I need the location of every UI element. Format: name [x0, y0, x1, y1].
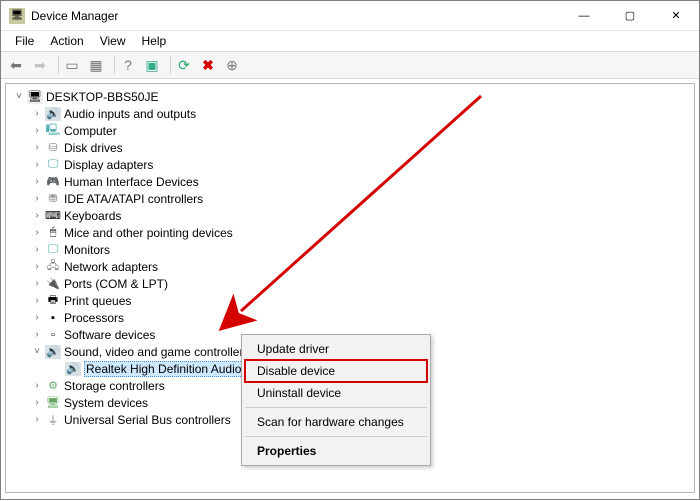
forward-button[interactable]: ➡ — [29, 54, 51, 76]
tree-category[interactable]: ›▪Processors — [10, 309, 690, 326]
window-title: Device Manager — [31, 9, 561, 23]
menu-separator — [245, 407, 427, 408]
tree-category[interactable]: ›🖧Network adapters — [10, 258, 690, 275]
audio-device-icon: 🔊 — [65, 362, 81, 376]
separator-icon — [53, 56, 59, 74]
menu-update-driver[interactable]: Update driver — [245, 338, 427, 360]
view-button[interactable]: ▦ — [85, 54, 107, 76]
tree-category[interactable]: ›🖱Mice and other pointing devices — [10, 224, 690, 241]
tree-category[interactable]: ›⛁Disk drives — [10, 139, 690, 156]
keyboard-icon: ⌨ — [45, 209, 61, 223]
menu-file[interactable]: File — [7, 32, 42, 50]
software-icon: ▫ — [45, 328, 61, 342]
menu-properties[interactable]: Properties — [245, 440, 427, 462]
tree-category[interactable]: ›🔌Ports (COM & LPT) — [10, 275, 690, 292]
close-button[interactable]: ✕ — [653, 1, 699, 31]
app-icon: 🖥 — [9, 8, 25, 24]
show-hidden-button[interactable]: ▭ — [61, 54, 83, 76]
port-icon: 🔌 — [45, 277, 61, 291]
tree-category[interactable]: ›⌨Keyboards — [10, 207, 690, 224]
tree-category[interactable]: ›🖵Monitors — [10, 241, 690, 258]
back-button[interactable]: ⬅ — [5, 54, 27, 76]
properties-button[interactable]: ▣ — [141, 54, 163, 76]
help-button[interactable]: ? — [117, 54, 139, 76]
scan-button[interactable]: ⟳ — [173, 54, 195, 76]
separator-icon — [109, 56, 115, 74]
menu-uninstall-device[interactable]: Uninstall device — [245, 382, 427, 404]
ide-icon: ⛃ — [45, 192, 61, 206]
hid-icon: 🎮 — [45, 175, 61, 189]
tree-category[interactable]: ›🎮Human Interface Devices — [10, 173, 690, 190]
menu-bar: File Action View Help — [1, 31, 699, 51]
computer-icon: 🖳 — [45, 124, 61, 138]
menu-action[interactable]: Action — [42, 32, 91, 50]
context-menu: Update driver Disable device Uninstall d… — [241, 334, 431, 466]
monitor-icon: 🖵 — [45, 243, 61, 257]
tree-category[interactable]: ›🖶Print queues — [10, 292, 690, 309]
storage-icon: ⚙ — [45, 379, 61, 393]
menu-view[interactable]: View — [92, 32, 134, 50]
minimize-button[interactable]: — — [561, 1, 607, 31]
sound-icon: 🔊 — [45, 345, 61, 359]
network-icon: 🖧 — [45, 260, 61, 274]
menu-scan-hardware[interactable]: Scan for hardware changes — [245, 411, 427, 433]
tree-category[interactable]: ›🔊Audio inputs and outputs — [10, 105, 690, 122]
update-button[interactable]: ⊕ — [221, 54, 243, 76]
tree-root[interactable]: ˅🖥DESKTOP-BBS50JE — [10, 88, 690, 105]
computer-icon: 🖥 — [27, 90, 43, 104]
speaker-icon: 🔊 — [45, 107, 61, 121]
tree-category[interactable]: ›🖳Computer — [10, 122, 690, 139]
toolbar: ⬅ ➡ ▭ ▦ ? ▣ ⟳ ✖ ⊕ — [1, 51, 699, 79]
menu-disable-device[interactable]: Disable device — [245, 360, 427, 382]
printer-icon: 🖶 — [45, 294, 61, 308]
mouse-icon: 🖱 — [45, 226, 61, 240]
usb-icon: ⏚ — [45, 413, 61, 427]
disk-icon: ⛁ — [45, 141, 61, 155]
tree-category[interactable]: ›🖵Display adapters — [10, 156, 690, 173]
tree-category[interactable]: ›⛃IDE ATA/ATAPI controllers — [10, 190, 690, 207]
menu-separator — [245, 436, 427, 437]
maximize-button[interactable]: ▢ — [607, 1, 653, 31]
cpu-icon: ▪ — [45, 311, 61, 325]
delete-button[interactable]: ✖ — [197, 54, 219, 76]
menu-help[interactable]: Help — [134, 32, 175, 50]
separator-icon — [165, 56, 171, 74]
display-icon: 🖵 — [45, 158, 61, 172]
system-icon: 🖥 — [45, 396, 61, 410]
